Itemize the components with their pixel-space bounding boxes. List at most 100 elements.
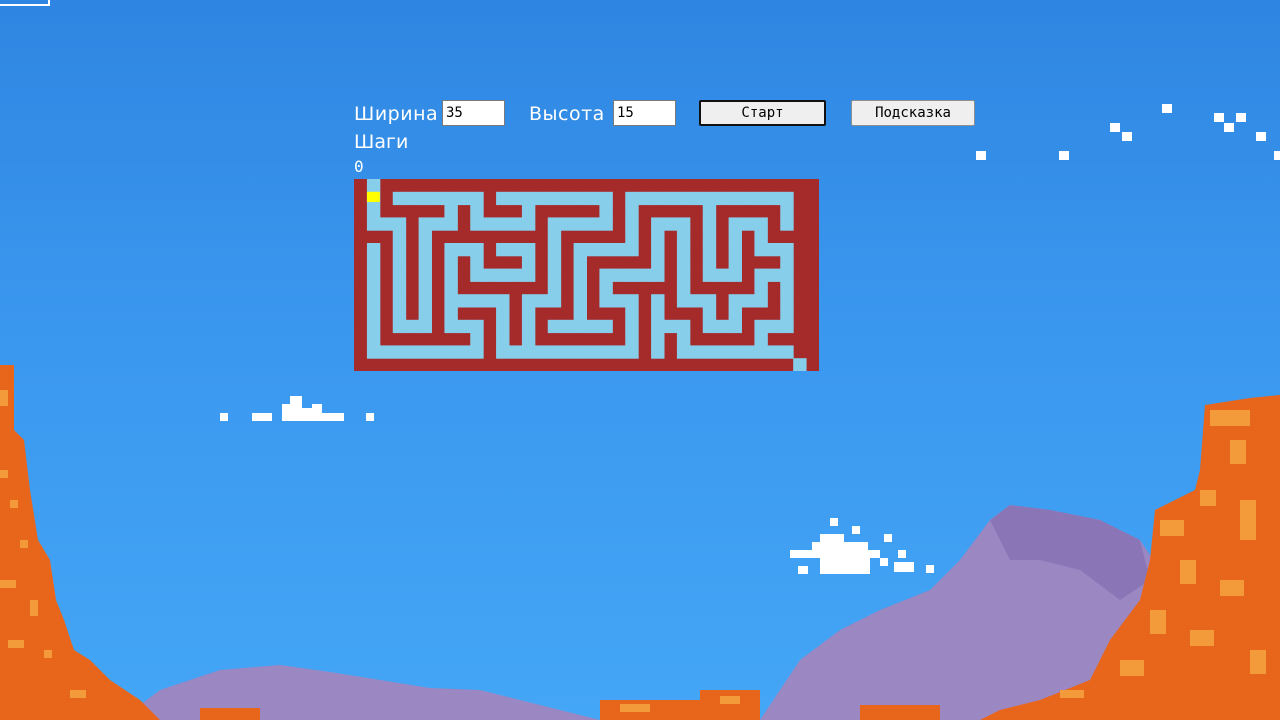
maze-path-cell (392, 191, 407, 206)
maze-path-cell (780, 191, 794, 206)
maze-path-cell (392, 294, 407, 308)
maze-path-cell (754, 345, 768, 359)
maze-path-cell (689, 345, 704, 359)
maze-path-cell (599, 294, 613, 308)
maze-path-cell (715, 268, 730, 282)
maze-path-cell (366, 307, 381, 321)
maze-path-cell (444, 243, 458, 257)
maze-path-cell (754, 319, 768, 334)
maze-path-cell (521, 307, 536, 321)
player-marker (366, 191, 380, 203)
maze-path-cell (728, 319, 742, 334)
maze-path-cell (625, 217, 639, 231)
maze-path-cell (676, 319, 691, 334)
maze-path-cell (444, 294, 458, 308)
start-button[interactable]: Старт (699, 100, 826, 126)
maze-path-cell (444, 217, 458, 231)
maze-path-cell (509, 243, 523, 257)
maze-path-cell (521, 204, 536, 218)
maze-path-cell (444, 268, 458, 282)
maze-path-cell (599, 281, 613, 295)
width-input[interactable] (442, 100, 505, 126)
maze-path-cell (366, 217, 381, 231)
maze-path-cell (586, 319, 600, 334)
maze-path-cell (521, 243, 536, 257)
steps-label: Шаги (354, 131, 409, 153)
corner-frame (0, 0, 50, 6)
maze-path-cell (599, 191, 613, 206)
maze-path-cell (392, 319, 407, 334)
maze-path-cell (392, 281, 407, 295)
height-input[interactable] (613, 100, 676, 126)
maze-path-cell (676, 268, 691, 282)
maze-path-cell (470, 294, 484, 308)
maze-path-cell (560, 217, 575, 231)
maze-path-cell (470, 191, 484, 206)
maze-path-cell (780, 294, 794, 308)
maze-path-cell (573, 319, 587, 334)
hint-button[interactable]: Подскaзка (851, 100, 975, 126)
maze-path-cell (780, 307, 794, 321)
maze-path-cell (586, 345, 600, 359)
maze-path-cell (754, 268, 768, 282)
maze-path-cell (470, 255, 484, 270)
maze-path-cell (676, 332, 691, 346)
maze-path-cell (547, 230, 562, 244)
maze-path-cell (676, 230, 691, 244)
maze-path-cell (573, 255, 587, 270)
maze-path-cell (483, 268, 497, 282)
maze-path-cell (638, 191, 652, 206)
maze-path-cell (612, 268, 626, 282)
maze-path-cell (676, 294, 691, 308)
maze-path-cell (547, 243, 562, 257)
maze-path-cell (457, 294, 471, 308)
maze-path-cell (780, 243, 794, 257)
maze-path-cell (676, 255, 691, 270)
maze-path-cell (444, 255, 458, 270)
maze-path-cell (754, 230, 768, 244)
maze-path-cell (444, 191, 458, 206)
maze-path-cell (702, 204, 717, 218)
maze-path-cell (741, 345, 755, 359)
maze-path-cell (651, 230, 665, 244)
maze-path-cell (418, 243, 432, 257)
maze-path-cell (676, 217, 691, 231)
maze-path-cell (664, 191, 678, 206)
maze-path-cell (496, 268, 510, 282)
maze-path-cell (664, 319, 678, 334)
maze-path-cell (521, 255, 536, 270)
maze-board[interactable] (354, 179, 819, 371)
maze-path-cell (728, 294, 742, 308)
maze-path-cell (379, 217, 394, 231)
maze-path-cell (676, 345, 691, 359)
maze-path-cell (599, 243, 613, 257)
maze-path-cell (651, 307, 665, 321)
maze-path-cell (560, 191, 575, 206)
maze-path-cell (470, 268, 484, 282)
maze-path-cell (625, 268, 639, 282)
maze-path-cell (728, 217, 742, 231)
maze-path-cell (599, 268, 613, 282)
maze-path-cell (573, 268, 587, 282)
maze-path-cell (625, 294, 639, 308)
maze-path-cell (651, 319, 665, 334)
maze-path-cell (599, 204, 613, 218)
maze-path-cell (521, 217, 536, 231)
maze-path-cell (625, 307, 639, 321)
steps-value: 0 (354, 157, 364, 176)
maze-path-cell (444, 345, 458, 359)
maze-path-cell (702, 243, 717, 257)
maze-path-cell (651, 243, 665, 257)
maze-path-cell (638, 268, 652, 282)
maze-path-cell (483, 217, 497, 231)
maze-path-cell (573, 345, 587, 359)
maze-path-cell (547, 319, 562, 334)
maze-path-cell (547, 294, 562, 308)
height-label: Высота (529, 103, 605, 125)
maze-path-cell (702, 319, 717, 334)
maze-path-cell (573, 243, 587, 257)
maze-path-cell (534, 345, 549, 359)
maze-path-cell (741, 191, 755, 206)
maze-path-cell (573, 191, 587, 206)
maze-path-cell (444, 319, 458, 334)
